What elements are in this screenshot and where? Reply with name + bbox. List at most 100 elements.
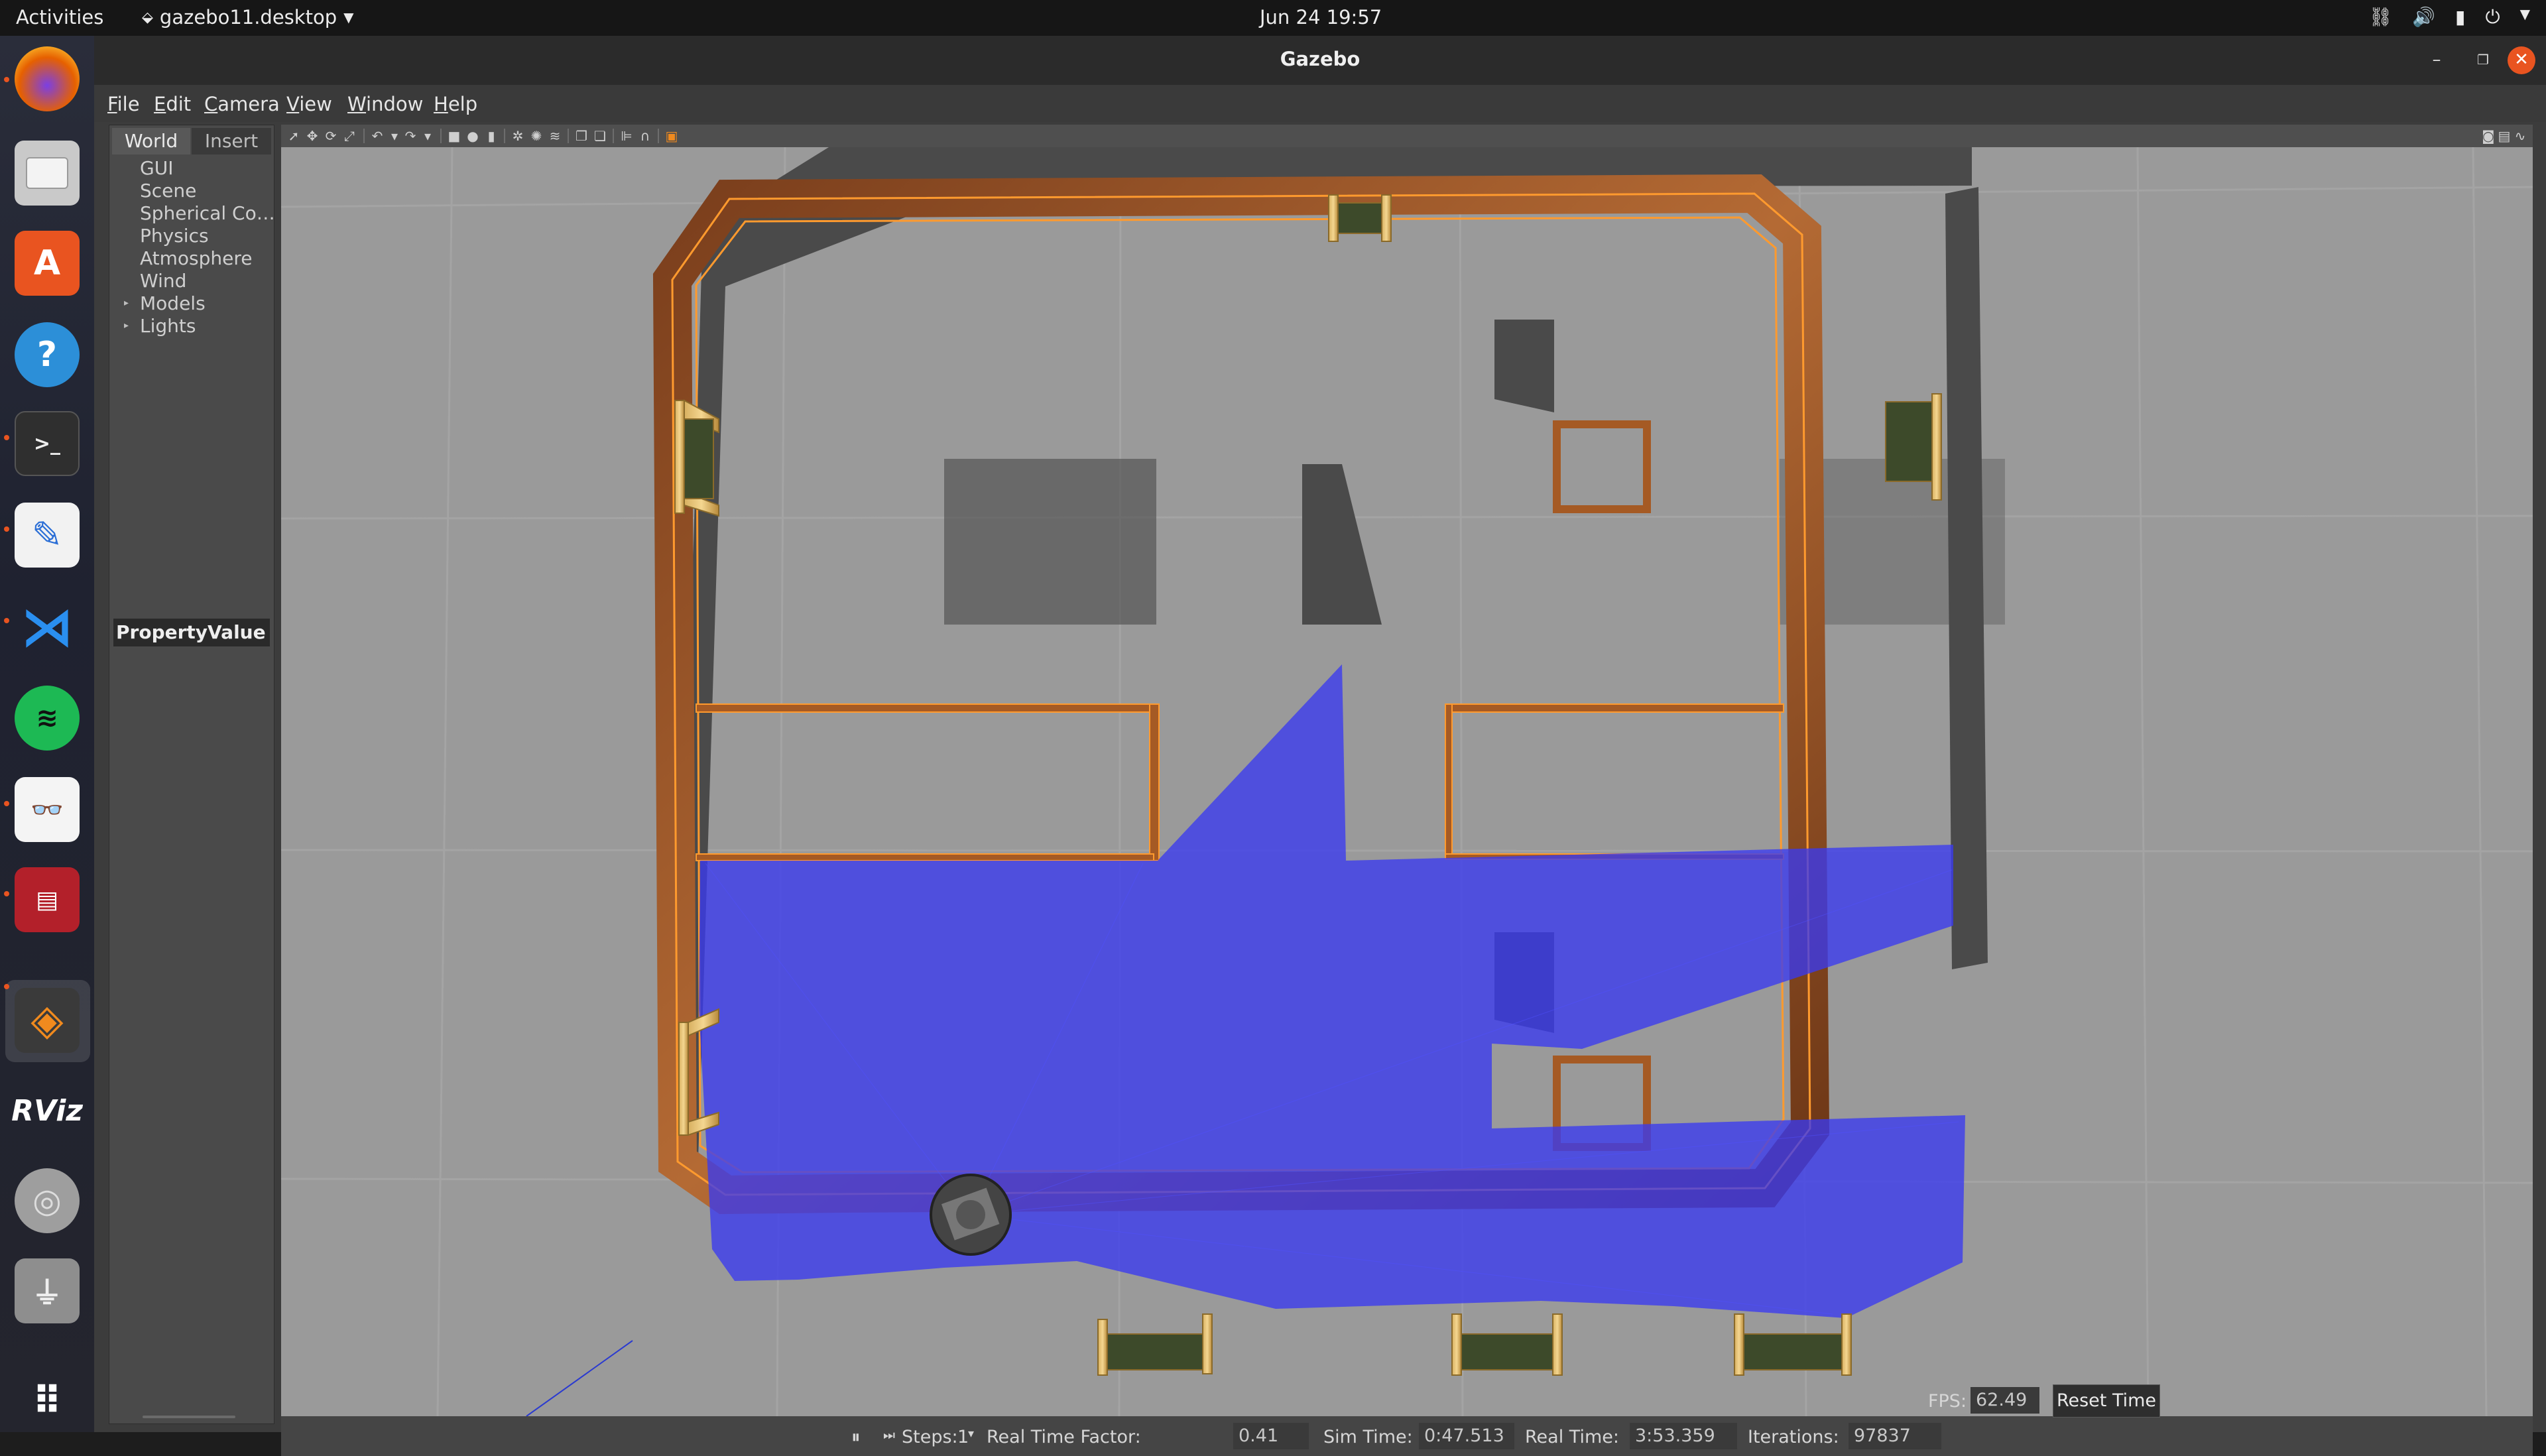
screenshot-icon[interactable]: ◙ [2481,129,2496,143]
tree-item-scene[interactable]: Scene [140,180,196,202]
redo-icon[interactable]: ↷ [403,129,418,143]
terminal-icon[interactable]: >_ [15,411,80,476]
disc-icon[interactable]: ◎ [15,1168,80,1233]
real-time-value: 3:53.359 [1630,1423,1737,1449]
close-icon[interactable]: ✕ [2508,46,2535,74]
change-view-icon[interactable]: ▣ [664,129,679,143]
system-monitor-icon[interactable]: ▤ [15,867,80,932]
activities-button[interactable]: Activities [16,6,103,29]
plot-icon[interactable]: ∿ [2513,129,2527,143]
text-editor-icon[interactable]: ✎ [15,503,80,568]
real-time-factor-label: Real Time Factor: [987,1427,1141,1447]
minimize-icon[interactable]: – [2423,46,2451,74]
maximize-icon[interactable]: ❐ [2469,46,2497,74]
system-tray[interactable]: ⛓ 🔊 ▮ ⏻ ▼ [2369,6,2530,29]
steps-label: Steps: [902,1427,958,1447]
menu-file[interactable]: File [107,93,140,115]
toolbar-separator [363,129,365,143]
align-icon[interactable]: ⊫ [619,129,634,143]
toolbar-separator [613,129,614,143]
power-menu-icon: ⏻ [2485,6,2500,28]
directional-light-icon[interactable]: ≋ [548,129,562,143]
firefox-icon[interactable] [15,46,80,111]
app-menu[interactable]: ⬙ gazebo11.desktop ▼ [142,6,354,29]
toolbar-separator [504,129,505,143]
files-icon[interactable] [15,141,80,206]
ubuntu-dock: A ? >_ ✎ ⋊ ≋ 👓 ▤ ◈ RViz ◎ ⏚ ⠿ [0,36,94,1432]
steps-value[interactable]: 1 [957,1427,969,1447]
undo-icon[interactable]: ↶ [370,129,385,143]
point-light-icon[interactable]: ✲ [511,129,525,143]
volume-icon: 🔊 [2412,6,2436,28]
gazebo-icon[interactable]: ◈ [15,988,80,1053]
scale-mode-icon[interactable]: ⤢ [342,129,357,143]
tree-item-gui[interactable]: GUI [140,157,173,179]
software-center-icon[interactable]: A [15,231,80,296]
rotate-mode-icon[interactable]: ⟳ [324,129,338,143]
box-shape-icon[interactable]: ■ [447,129,461,143]
iterations-value: 97837 [1849,1423,1941,1449]
chevron-down-icon: ▼ [2519,6,2530,22]
tree-item-lights[interactable]: Lights [140,315,196,337]
show-apps-icon[interactable]: ⠿ [15,1368,80,1433]
spot-light-icon[interactable]: ✺ [529,129,544,143]
running-indicator [4,435,9,440]
tree-item-models[interactable]: Models [140,292,206,314]
menu-edit[interactable]: Edit [154,93,191,115]
expand-arrow-icon[interactable]: ▸ [124,298,129,308]
menu-camera[interactable]: Camera [204,93,280,115]
toolbar-separator [440,129,442,143]
reset-time-button[interactable]: Reset Time [2053,1384,2160,1418]
document-viewer-icon[interactable]: 👓 [15,777,80,842]
menu-window[interactable]: Window [347,93,423,115]
panel-splitter-handle[interactable] [143,1416,235,1418]
spotify-icon[interactable]: ≋ [15,686,80,751]
scene-viewport[interactable] [281,147,2533,1416]
expand-arrow-icon[interactable]: ▸ [124,320,129,331]
undo-menu-icon[interactable]: ▾ [387,129,402,143]
vscode-icon[interactable]: ⋊ [15,594,80,659]
usb-icon[interactable]: ⏚ [15,1258,80,1323]
tree-item-wind[interactable]: Wind [140,270,186,292]
step-icon[interactable]: ⏭ [883,1427,895,1443]
log-icon[interactable]: ▤ [2497,129,2512,143]
menu-view[interactable]: View [286,93,332,115]
scene-toolbar: ➚ ✥ ⟳ ⤢ ↶ ▾ ↷ ▾ ■ ● ▮ ✲ ✺ ≋ ❐ ❏ ⊫ ∩ ▣ ◙ … [281,125,2533,148]
sphere-shape-icon[interactable]: ● [465,129,480,143]
tree-item-physics[interactable]: Physics [140,225,209,247]
window-title: Gazebo [1280,48,1361,70]
gnome-top-bar: Activities ⬙ gazebo11.desktop ▼ Jun 24 1… [0,0,2546,36]
running-indicator [4,618,9,623]
toolbar-separator [658,129,659,143]
cylinder-shape-icon[interactable]: ▮ [484,129,499,143]
pause-button[interactable]: ⏸ [851,1427,861,1448]
real-time-factor-value: 0.41 [1233,1423,1309,1449]
window-titlebar[interactable]: Gazebo – ❐ ✕ [94,36,2546,85]
menu-bar: File Edit Camera View Window Help [94,85,2546,122]
paste-icon[interactable]: ❏ [593,129,607,143]
battery-icon: ▮ [2455,6,2466,28]
tree-item-spherical-coordinates[interactable]: Spherical Co… [140,202,275,224]
rviz-label: RViz [11,1093,83,1128]
clock[interactable]: Jun 24 19:57 [1260,6,1382,29]
running-indicator [4,526,9,532]
tree-item-atmosphere[interactable]: Atmosphere [140,247,253,269]
iterations-label: Iterations: [1748,1427,1839,1447]
property-header: PropertyValue [113,619,270,646]
copy-icon[interactable]: ❐ [574,129,589,143]
rviz-icon[interactable]: RViz [11,1078,83,1143]
steps-spinner-icon[interactable]: ▾ [968,1427,974,1441]
redo-menu-icon[interactable]: ▾ [420,129,435,143]
translate-mode-icon[interactable]: ✥ [305,129,320,143]
toolbar-separator [568,129,569,143]
real-time-label: Real Time: [1525,1427,1619,1447]
chevron-down-icon: ▼ [343,9,354,25]
menu-help[interactable]: Help [434,93,477,115]
tab-world[interactable]: World [112,128,190,154]
help-icon[interactable]: ? [15,322,80,387]
gazebo-window: Gazebo – ❐ ✕ File Edit Camera View Windo… [94,36,2546,1456]
snap-icon[interactable]: ∩ [638,129,652,143]
select-mode-icon[interactable]: ➚ [286,129,301,143]
turtlebot-robot [930,1174,1012,1256]
tab-insert[interactable]: Insert [192,128,271,154]
